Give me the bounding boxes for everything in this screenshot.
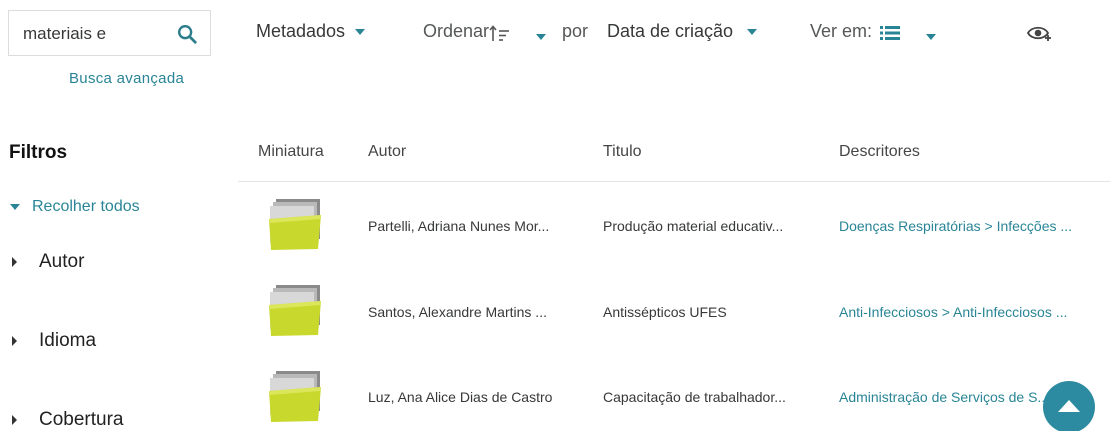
search-input[interactable] bbox=[23, 22, 153, 46]
folder-icon[interactable] bbox=[266, 283, 324, 337]
row-author: Santos, Alexandre Martins ... bbox=[368, 304, 547, 320]
filter-coverage[interactable]: Cobertura bbox=[12, 409, 124, 431]
chevron-down-icon bbox=[747, 29, 758, 36]
row-title[interactable]: Produção material educativ... bbox=[603, 218, 808, 234]
metadata-label: Metadados bbox=[256, 21, 346, 41]
by-label: por bbox=[562, 21, 589, 41]
chevron-down-icon bbox=[536, 33, 546, 40]
column-header-thumbnail: Miniatura bbox=[258, 143, 324, 160]
collapse-all-button[interactable]: Recolher todos bbox=[10, 198, 140, 216]
search-icon[interactable] bbox=[176, 23, 198, 45]
sort-direction-dropdown[interactable] bbox=[533, 28, 549, 40]
back-to-top-button[interactable] bbox=[1043, 381, 1095, 431]
advanced-search-link[interactable]: Busca avançada bbox=[69, 70, 184, 87]
view-label: Ver em: bbox=[810, 21, 873, 41]
row-descriptors[interactable]: Administração de Serviços de S... bbox=[839, 389, 1071, 405]
column-header-title[interactable]: Titulo bbox=[603, 143, 642, 161]
row-title[interactable]: Capacitação de trabalhador... bbox=[603, 389, 808, 405]
sort-field-dropdown[interactable]: Data de criação bbox=[607, 21, 758, 42]
metadata-dropdown[interactable]: Metadados bbox=[256, 21, 366, 42]
eye-plus-icon[interactable] bbox=[1026, 23, 1052, 43]
chevron-down-icon bbox=[355, 29, 366, 36]
sort-label: Ordenar bbox=[423, 21, 490, 41]
filters-title: Filtros bbox=[9, 142, 68, 163]
caret-right-icon bbox=[12, 335, 17, 346]
row-author: Partelli, Adriana Nunes Mor... bbox=[368, 218, 550, 234]
column-header-author[interactable]: Autor bbox=[368, 143, 406, 161]
filter-label: Idioma bbox=[39, 330, 97, 351]
view-mode-dropdown[interactable] bbox=[923, 28, 939, 40]
sort-ascending-icon[interactable] bbox=[489, 24, 511, 44]
filter-label: Cobertura bbox=[39, 409, 124, 430]
row-author: Luz, Ana Alice Dias de Castro bbox=[368, 389, 553, 405]
header-divider bbox=[238, 181, 1110, 182]
caret-right-icon bbox=[12, 414, 17, 425]
filter-author[interactable]: Autor bbox=[12, 251, 84, 273]
folder-icon[interactable] bbox=[266, 369, 324, 423]
row-title[interactable]: Antissépticos UFES bbox=[603, 304, 808, 320]
caret-right-icon bbox=[12, 256, 17, 267]
arrow-up-icon bbox=[1058, 400, 1080, 412]
caret-down-icon bbox=[10, 203, 20, 210]
search-box bbox=[8, 10, 211, 56]
row-descriptors[interactable]: Anti-Infecciosos > Anti-Infecciosos ... bbox=[839, 304, 1101, 320]
folder-icon[interactable] bbox=[266, 197, 324, 251]
collapse-all-label: Recolher todos bbox=[32, 198, 140, 215]
filter-language[interactable]: Idioma bbox=[12, 330, 96, 352]
sort-field-label: Data de criação bbox=[607, 21, 734, 41]
chevron-down-icon bbox=[926, 33, 936, 40]
row-descriptors[interactable]: Doenças Respiratórias > Infecções ... bbox=[839, 218, 1101, 234]
filter-label: Autor bbox=[39, 251, 85, 272]
column-header-descriptors[interactable]: Descritores bbox=[839, 143, 920, 161]
list-view-icon[interactable] bbox=[880, 25, 900, 41]
